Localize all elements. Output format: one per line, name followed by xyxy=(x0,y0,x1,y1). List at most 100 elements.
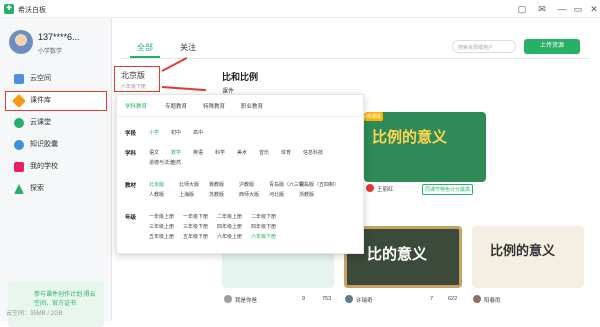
message-icon[interactable]: ✉ xyxy=(536,3,548,15)
filter-option-grade[interactable]: 六年级下册 xyxy=(251,233,276,240)
filter-label-material: 教材 xyxy=(125,183,137,189)
display-icon[interactable]: ▢ xyxy=(516,3,528,15)
popup-tab[interactable]: 学科教育 xyxy=(125,102,147,110)
filter-option-grade[interactable]: 四年级上册 xyxy=(217,223,242,230)
filter-option-subject[interactable]: 自然 xyxy=(171,159,181,166)
courseware-icon xyxy=(11,93,27,109)
maximize-button[interactable]: ▭ xyxy=(572,3,584,15)
storage-usage: 云空间：35MB / 2GB xyxy=(6,311,63,317)
card-title: 比例的意义 xyxy=(372,129,448,146)
filter-option-subject[interactable]: 英语 xyxy=(193,149,203,156)
version-grade: 六年级下册 xyxy=(121,84,147,90)
filter-option-grade[interactable]: 五年级下册 xyxy=(183,233,208,240)
likes-count: 7 xyxy=(430,296,434,302)
filter-option-material[interactable]: 人教版 xyxy=(149,191,164,198)
rocket-icon xyxy=(14,184,24,194)
author-name[interactable]: 我是你爸 xyxy=(235,296,257,304)
filter-label-grade: 年级 xyxy=(125,215,137,221)
popup-tab[interactable]: 特殊教育 xyxy=(203,102,225,110)
filter-option-subject[interactable]: 体育 xyxy=(281,149,291,156)
views-count: 753 xyxy=(322,296,332,302)
nav-label: 课件库 xyxy=(30,97,51,104)
popup-tab[interactable]: 职业教育 xyxy=(241,102,263,110)
filter-option-stage[interactable]: 小学 xyxy=(149,129,159,136)
filter-option-subject[interactable]: 数学 xyxy=(171,149,181,156)
filter-option-material[interactable]: 浙教版 xyxy=(299,191,314,198)
likes-count: 9 xyxy=(302,296,306,302)
filter-option-subject[interactable]: 语文 xyxy=(149,149,159,156)
filter-option-grade[interactable]: 二年级下册 xyxy=(251,213,276,220)
filter-option-material[interactable]: 冀教版 xyxy=(209,181,224,188)
filter-option-grade[interactable]: 三年级上册 xyxy=(149,223,174,230)
banner-text: 参与课件创作计划 得云空间、官方证书 xyxy=(34,292,96,307)
card-tag: 微课版 xyxy=(364,112,384,121)
title-bar: ✚ 希沃白板 ▢ ✉ — ▭ ✕ xyxy=(0,0,600,18)
annotation-arrow xyxy=(161,86,206,91)
filter-option-grade[interactable]: 三年级下册 xyxy=(183,223,208,230)
sidebar: 137****6... 小学数学 云空间 课件库 云课堂 知识胶囊 我的学校 探… xyxy=(0,18,112,327)
filter-option-grade[interactable]: 二年级上册 xyxy=(217,213,242,220)
filter-label-subject: 学科 xyxy=(125,151,137,157)
user-name[interactable]: 137****6... xyxy=(38,32,80,42)
filter-option-material[interactable]: 青岛版（五四制） xyxy=(299,181,339,188)
author-name[interactable]: 王丽红 xyxy=(377,185,394,193)
filter-popup: 学科教育 专题教育 特殊教育 职业教育 学段 小学 初中 高中 学科 语文 数学 英语 科学 美术… xyxy=(116,94,365,254)
filter-option-subject[interactable]: 信息科技 xyxy=(303,149,323,156)
filter-option-grade[interactable]: 六年级上册 xyxy=(217,233,242,240)
filter-option-grade[interactable]: 一年级下册 xyxy=(183,213,208,220)
app-title: 希沃白板 xyxy=(18,7,46,14)
filter-option-material[interactable]: 沪教版 xyxy=(239,181,254,188)
filter-option-subject[interactable]: 音乐 xyxy=(259,149,269,156)
filter-option-stage[interactable]: 初中 xyxy=(171,129,181,136)
version-selector[interactable]: 北京版 六年级下册 xyxy=(114,66,160,92)
filter-option-material[interactable]: 上海版 xyxy=(179,191,194,198)
filter-option-grade[interactable]: 一年级上册 xyxy=(149,213,174,220)
nav-label: 云课堂 xyxy=(30,119,51,126)
nav-item-capsule[interactable]: 知识胶囊 xyxy=(6,136,106,154)
nav-item-courseware[interactable]: 课件库 xyxy=(5,91,107,111)
nav-item-cloud-space[interactable]: 云空间 xyxy=(6,70,106,88)
author-name[interactable]: 阳春雨 xyxy=(484,296,501,304)
filter-option-material[interactable]: 西师大版 xyxy=(239,191,259,198)
courseware-card[interactable]: 比例的意义 xyxy=(472,226,584,288)
nav-label: 我的学校 xyxy=(30,163,58,170)
author-avatar xyxy=(224,295,232,303)
nav-item-school[interactable]: 我的学校 xyxy=(6,158,106,176)
filter-option-grade[interactable]: 五年级上册 xyxy=(149,233,174,240)
avatar[interactable] xyxy=(9,30,33,54)
filter-option-material[interactable]: 北京版 xyxy=(149,181,164,188)
filter-option-material[interactable]: 河北版 xyxy=(269,191,284,198)
close-button[interactable]: ✕ xyxy=(588,3,600,15)
nav-item-cloud-class[interactable]: 云课堂 xyxy=(6,114,106,132)
tab-follow[interactable]: 关注 xyxy=(180,42,196,53)
promo-banner[interactable]: 参与课件创作计划 得云空间、官方证书 xyxy=(8,281,104,327)
filter-option-grade[interactable]: 四年级下册 xyxy=(251,223,276,230)
feature-badge: 同课节特色计分最高 xyxy=(422,184,474,195)
author-avatar xyxy=(473,295,481,303)
filter-option-material[interactable]: 苏教版 xyxy=(209,191,224,198)
section-title: 比和比例 xyxy=(222,72,259,82)
courseware-card[interactable]: 比例的意义 微课版 xyxy=(364,112,486,182)
cloud-class-icon xyxy=(14,118,24,128)
user-role: 小学数学 xyxy=(38,49,63,55)
cloud-icon xyxy=(14,74,24,84)
school-icon xyxy=(14,162,24,172)
search-input[interactable]: 搜索资源或用户 xyxy=(452,40,516,53)
nav-label: 云空间 xyxy=(30,75,51,82)
nav-item-explore[interactable]: 探索 xyxy=(6,180,106,198)
filter-option-subject[interactable]: 科学 xyxy=(215,149,225,156)
filter-option-material[interactable]: 北师大版 xyxy=(179,181,199,188)
popup-tab[interactable]: 专题教育 xyxy=(165,102,187,110)
upload-button[interactable]: 上传资源 xyxy=(524,39,580,54)
author-avatar xyxy=(366,184,374,192)
nav-label: 探索 xyxy=(30,185,44,192)
card-title: 比例的意义 xyxy=(490,243,556,258)
filter-option-stage[interactable]: 高中 xyxy=(193,129,203,136)
tab-all[interactable]: 全部 xyxy=(137,42,153,53)
author-name[interactable]: 许瑞奇 xyxy=(356,296,373,304)
minimize-button[interactable]: — xyxy=(556,3,568,15)
capsule-icon xyxy=(14,140,24,150)
filter-option-subject[interactable]: 美术 xyxy=(237,149,247,156)
version-name: 北京版 xyxy=(121,71,145,80)
app-logo: ✚ xyxy=(4,4,14,14)
